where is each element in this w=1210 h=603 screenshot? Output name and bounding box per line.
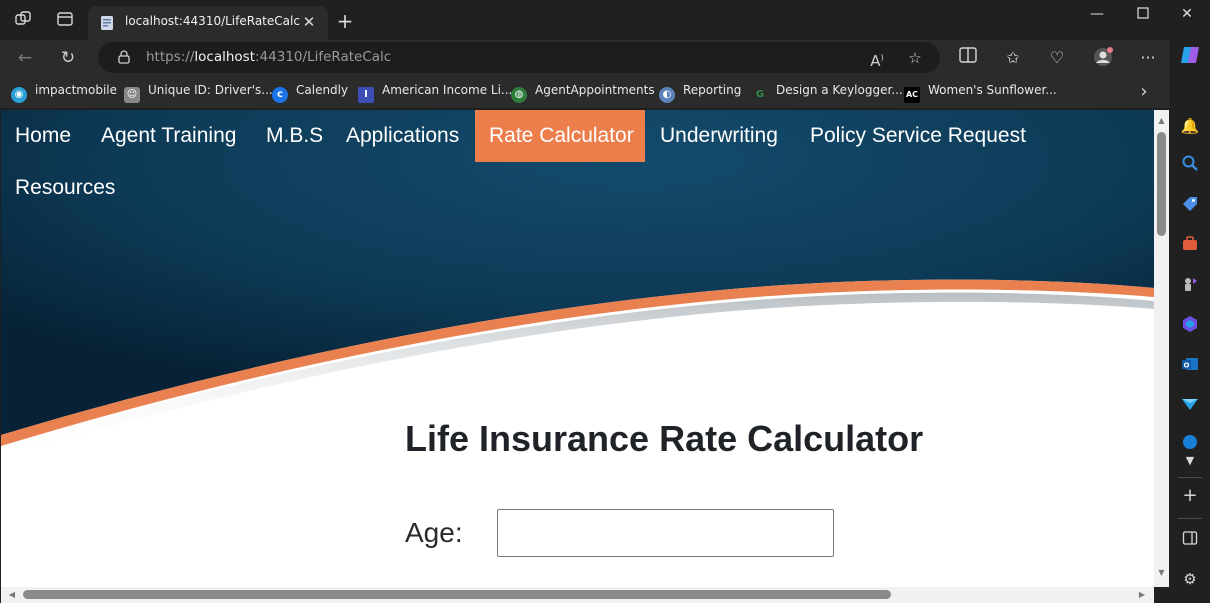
favorite-item[interactable]: ☺ Unique ID: Driver's... — [124, 83, 273, 103]
tools-briefcase-icon[interactable] — [1179, 235, 1201, 257]
avatar-icon: ☺ — [124, 87, 140, 103]
new-tab-icon[interactable]: + — [334, 10, 356, 32]
scroll-right-icon[interactable]: ▶ — [1137, 590, 1147, 600]
ac-icon: AC — [904, 87, 920, 103]
globe-icon: ◍ — [511, 87, 527, 103]
toolbar: ← ↻ https://localhost:44310/LifeRateCalc… — [0, 40, 1210, 76]
settings-gear-icon[interactable]: ⚙ — [1179, 568, 1201, 590]
minimize-icon[interactable]: — — [1074, 0, 1120, 30]
edge-sidebar: 🔔 O ▼ + ⚙ — [1170, 40, 1210, 603]
age-label: Age: — [405, 517, 463, 548]
games-icon[interactable] — [1179, 275, 1201, 297]
close-tab-icon[interactable]: ✕ — [298, 11, 320, 33]
maximize-icon[interactable] — [1120, 0, 1166, 30]
notifications-icon[interactable]: 🔔 — [1179, 115, 1201, 137]
nav-policy-service-request[interactable]: Policy Service Request — [796, 110, 1040, 162]
scroll-up-icon[interactable]: ▲ — [1157, 116, 1166, 126]
reporting-icon: ◐ — [659, 87, 675, 103]
back-icon[interactable]: ← — [12, 46, 38, 70]
horizontal-scroll-thumb[interactable] — [23, 590, 891, 599]
refresh-icon[interactable]: ↻ — [55, 46, 81, 70]
send-drop-icon[interactable] — [1179, 395, 1201, 417]
scroll-down-icon[interactable]: ▼ — [1157, 568, 1166, 578]
read-aloud-icon[interactable]: A) — [866, 47, 888, 70]
sidebar-divider — [1178, 477, 1202, 478]
page-viewport: Home Agent Training M.B.S Applications R… — [1, 110, 1154, 587]
impactmobile-icon: ◉ — [11, 87, 27, 103]
nav-mbs[interactable]: M.B.S — [252, 110, 337, 162]
favorite-star-icon[interactable]: ☆ — [904, 47, 926, 69]
favorites-overflow-icon[interactable]: › — [1134, 82, 1154, 102]
vertical-scrollbar[interactable]: ▲ ▼ — [1154, 110, 1169, 587]
url-text[interactable]: https://localhost:44310/LifeRateCalc — [146, 49, 391, 65]
page-favicon-icon — [99, 15, 115, 31]
microsoft-365-icon[interactable] — [1179, 315, 1201, 337]
title-bar: localhost:44310/LifeRateCalc ✕ + — ✕ — [0, 0, 1210, 40]
tab-title: localhost:44310/LifeRateCalc — [125, 14, 300, 28]
favorite-item[interactable]: ◍ AgentAppointments — [511, 83, 655, 103]
shopping-tag-icon[interactable] — [1179, 195, 1201, 217]
favorites-bar: ◉ impactmobile ☺ Unique ID: Driver's... cC… — [0, 76, 1210, 108]
tab-actions-icon[interactable] — [54, 10, 76, 32]
favorite-item[interactable]: I American Income Li... — [358, 83, 512, 103]
copilot-icon[interactable] — [1179, 44, 1201, 66]
add-app-icon[interactable]: + — [1179, 485, 1201, 507]
workspaces-icon[interactable] — [12, 10, 34, 32]
vertical-scroll-thumb[interactable] — [1157, 132, 1166, 236]
address-bar[interactable]: https://localhost:44310/LifeRateCalc A) … — [98, 42, 940, 73]
lock-icon[interactable] — [116, 49, 132, 65]
close-window-icon[interactable]: ✕ — [1164, 0, 1210, 30]
nav-agent-training[interactable]: Agent Training — [87, 110, 250, 162]
sidebar-collapse-icon[interactable]: ▼ — [1179, 450, 1201, 472]
nav-resources[interactable]: Resources — [1, 162, 129, 214]
hide-sidebar-icon[interactable] — [1179, 530, 1201, 552]
more-menu-icon[interactable]: ··· — [1136, 46, 1160, 70]
nav-rate-calculator[interactable]: Rate Calculator — [475, 110, 645, 162]
age-input[interactable] — [497, 509, 834, 557]
ail-icon: I — [358, 87, 374, 103]
page-title: Life Insurance Rate Calculator — [405, 418, 924, 459]
horizontal-scrollbar[interactable]: ◀ ▶ — [1, 587, 1154, 603]
gfg-icon: G — [752, 87, 768, 103]
nav-applications[interactable]: Applications — [332, 110, 473, 162]
favorite-item[interactable]: AC Women's Sunflower... — [904, 83, 1057, 103]
calendly-icon: c — [272, 87, 288, 103]
browser-tab[interactable]: localhost:44310/LifeRateCalc ✕ — [88, 6, 328, 40]
favorite-item[interactable]: ◉ impactmobile — [11, 83, 117, 103]
split-screen-icon[interactable] — [956, 46, 980, 70]
sidebar-divider — [1178, 518, 1202, 519]
svg-text:O: O — [1184, 362, 1190, 370]
nav-home[interactable]: Home — [1, 110, 85, 162]
favorite-item[interactable]: G Design a Keylogger... — [752, 83, 903, 103]
favorite-item[interactable]: c Calendly — [272, 83, 348, 103]
nav-underwriting[interactable]: Underwriting — [646, 110, 792, 162]
extension-avatar-icon[interactable] — [1091, 46, 1115, 70]
favorite-item[interactable]: ◐ Reporting — [659, 83, 741, 103]
outlook-icon[interactable]: O — [1179, 355, 1201, 377]
favorites-icon[interactable]: ✩ — [1001, 46, 1025, 70]
scroll-left-icon[interactable]: ◀ — [7, 590, 17, 600]
search-icon[interactable] — [1179, 154, 1201, 176]
browser-essentials-icon[interactable]: ♡ — [1045, 46, 1069, 70]
